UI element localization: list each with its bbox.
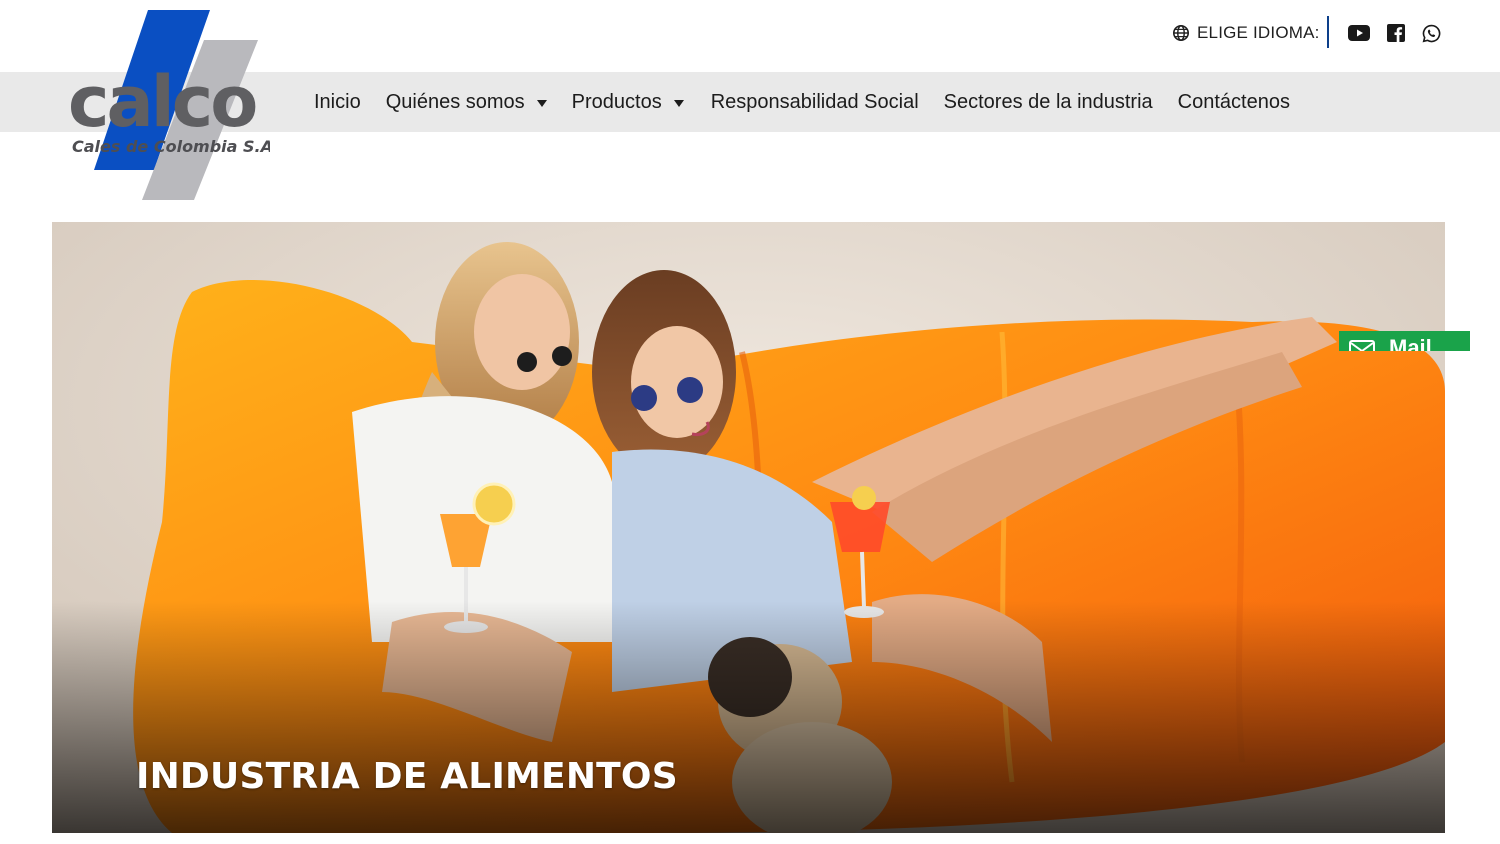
nav-item-label: Responsabilidad Social [710,90,919,113]
envelope-icon [1349,340,1375,351]
nav-item-label: Productos [571,90,662,113]
nav-item-label: Inicio [314,90,361,113]
main-nav: Inicio Quiénes somos Productos Responsab… [314,72,1315,132]
logo-wordmark: calco [68,61,256,143]
nav-item-label: Sectores de la industria [943,90,1153,113]
mail-tab-label: Mail [1389,335,1432,352]
nav-item-productos[interactable]: Productos [572,91,684,114]
hero-title: INDUSTRIA DE ALIMENTOS [136,756,678,797]
nav-item-sectores[interactable]: Sectores de la industria [944,91,1153,114]
whatsapp-icon[interactable] [1419,22,1443,44]
hero-image [52,222,1445,833]
nav-item-quienes-somos[interactable]: Quiénes somos [386,91,547,114]
caret-down-icon [673,99,684,107]
nav-item-inicio[interactable]: Inicio [314,91,361,114]
globe-icon [1172,24,1190,42]
header-divider [1327,16,1329,48]
language-label: ELIGE IDIOMA: [1197,23,1320,42]
nav-item-contactenos[interactable]: Contáctenos [1178,91,1290,114]
caret-down-icon [536,99,547,107]
logo-tagline: Cales de Colombia S.A. [72,137,270,156]
youtube-icon[interactable] [1347,22,1371,44]
mail-tab-button[interactable]: Mail [1339,331,1470,351]
nav-item-label: Contáctenos [1177,90,1290,113]
nav-item-label: Quiénes somos [385,90,525,113]
nav-item-responsabilidad-social[interactable]: Responsabilidad Social [711,91,919,114]
hero-banner: INDUSTRIA DE ALIMENTOS [52,222,1445,833]
language-selector[interactable]: ELIGE IDIOMA: [1172,22,1320,44]
facebook-icon[interactable] [1384,22,1408,44]
calco-logo[interactable]: calco Cales de Colombia S.A. [64,8,279,200]
